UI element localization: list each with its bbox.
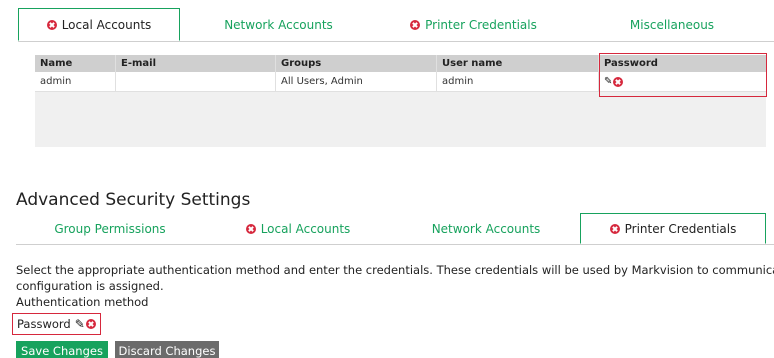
column-header-email[interactable]: E-mail bbox=[116, 55, 276, 72]
pencil-icon[interactable]: ✎ bbox=[75, 317, 85, 331]
tab-label: Group Permissions bbox=[54, 221, 166, 236]
discard-changes-button[interactable]: Discard Changes bbox=[115, 341, 219, 358]
error-icon bbox=[609, 223, 620, 234]
pencil-icon[interactable]: ✎ bbox=[604, 76, 612, 87]
tab-network-accounts[interactable]: Network Accounts bbox=[392, 213, 580, 244]
tab-label: Printer Credentials bbox=[624, 221, 737, 236]
error-icon bbox=[85, 319, 96, 329]
table-header: Name E-mail Groups User name Password bbox=[35, 55, 766, 72]
column-header-password[interactable]: Password bbox=[599, 55, 766, 72]
accounts-table: Name E-mail Groups User name Password ad… bbox=[35, 55, 766, 147]
credentials-description: Select the appropriate authentication me… bbox=[16, 262, 774, 294]
tab-label: Network Accounts bbox=[431, 221, 541, 236]
tab-printer-credentials[interactable]: Printer Credentials bbox=[377, 8, 570, 41]
auth-method-value[interactable]: Password ✎ bbox=[12, 313, 101, 335]
error-icon bbox=[245, 223, 256, 234]
cell-groups: All Users, Admin bbox=[276, 72, 437, 91]
tab-label: Printer Credentials bbox=[425, 17, 537, 32]
tab-label: Local Accounts bbox=[61, 17, 152, 32]
tab-printer-credentials[interactable]: Printer Credentials bbox=[580, 213, 766, 244]
column-header-username[interactable]: User name bbox=[437, 55, 599, 72]
column-header-name[interactable]: Name bbox=[35, 55, 116, 72]
tab-local-accounts[interactable]: Local Accounts bbox=[204, 213, 392, 244]
cell-username: admin bbox=[437, 72, 599, 91]
auth-method-text: Password bbox=[17, 317, 71, 331]
cell-password: ✎ bbox=[599, 72, 766, 91]
description-line: configuration is assigned. bbox=[16, 279, 164, 293]
section-title: Advanced Security Settings bbox=[16, 190, 251, 210]
table-row[interactable]: admin All Users, Admin admin ✎ bbox=[35, 72, 766, 92]
tab-local-accounts[interactable]: Local Accounts bbox=[18, 8, 180, 41]
tab-label: Network Accounts bbox=[224, 17, 333, 32]
column-header-groups[interactable]: Groups bbox=[276, 55, 437, 72]
description-line: Select the appropriate authentication me… bbox=[16, 263, 774, 277]
tab-label: Miscellaneous bbox=[629, 17, 715, 32]
tab-group-permissions[interactable]: Group Permissions bbox=[16, 213, 204, 244]
tab-network-accounts[interactable]: Network Accounts bbox=[180, 8, 377, 41]
error-icon bbox=[46, 19, 57, 30]
auth-method-label: Authentication method bbox=[16, 295, 149, 309]
tab-miscellaneous[interactable]: Miscellaneous bbox=[570, 8, 774, 41]
save-changes-button[interactable]: Save Changes bbox=[16, 341, 108, 358]
error-icon bbox=[613, 76, 624, 87]
cell-email bbox=[116, 72, 276, 91]
error-icon bbox=[410, 19, 421, 30]
cell-name: admin bbox=[35, 72, 116, 91]
security-tabs: Group Permissions Local Accounts Network… bbox=[16, 213, 774, 245]
tab-label: Local Accounts bbox=[260, 221, 351, 236]
account-tabs: Local Accounts Network Accounts Printer … bbox=[18, 8, 774, 42]
